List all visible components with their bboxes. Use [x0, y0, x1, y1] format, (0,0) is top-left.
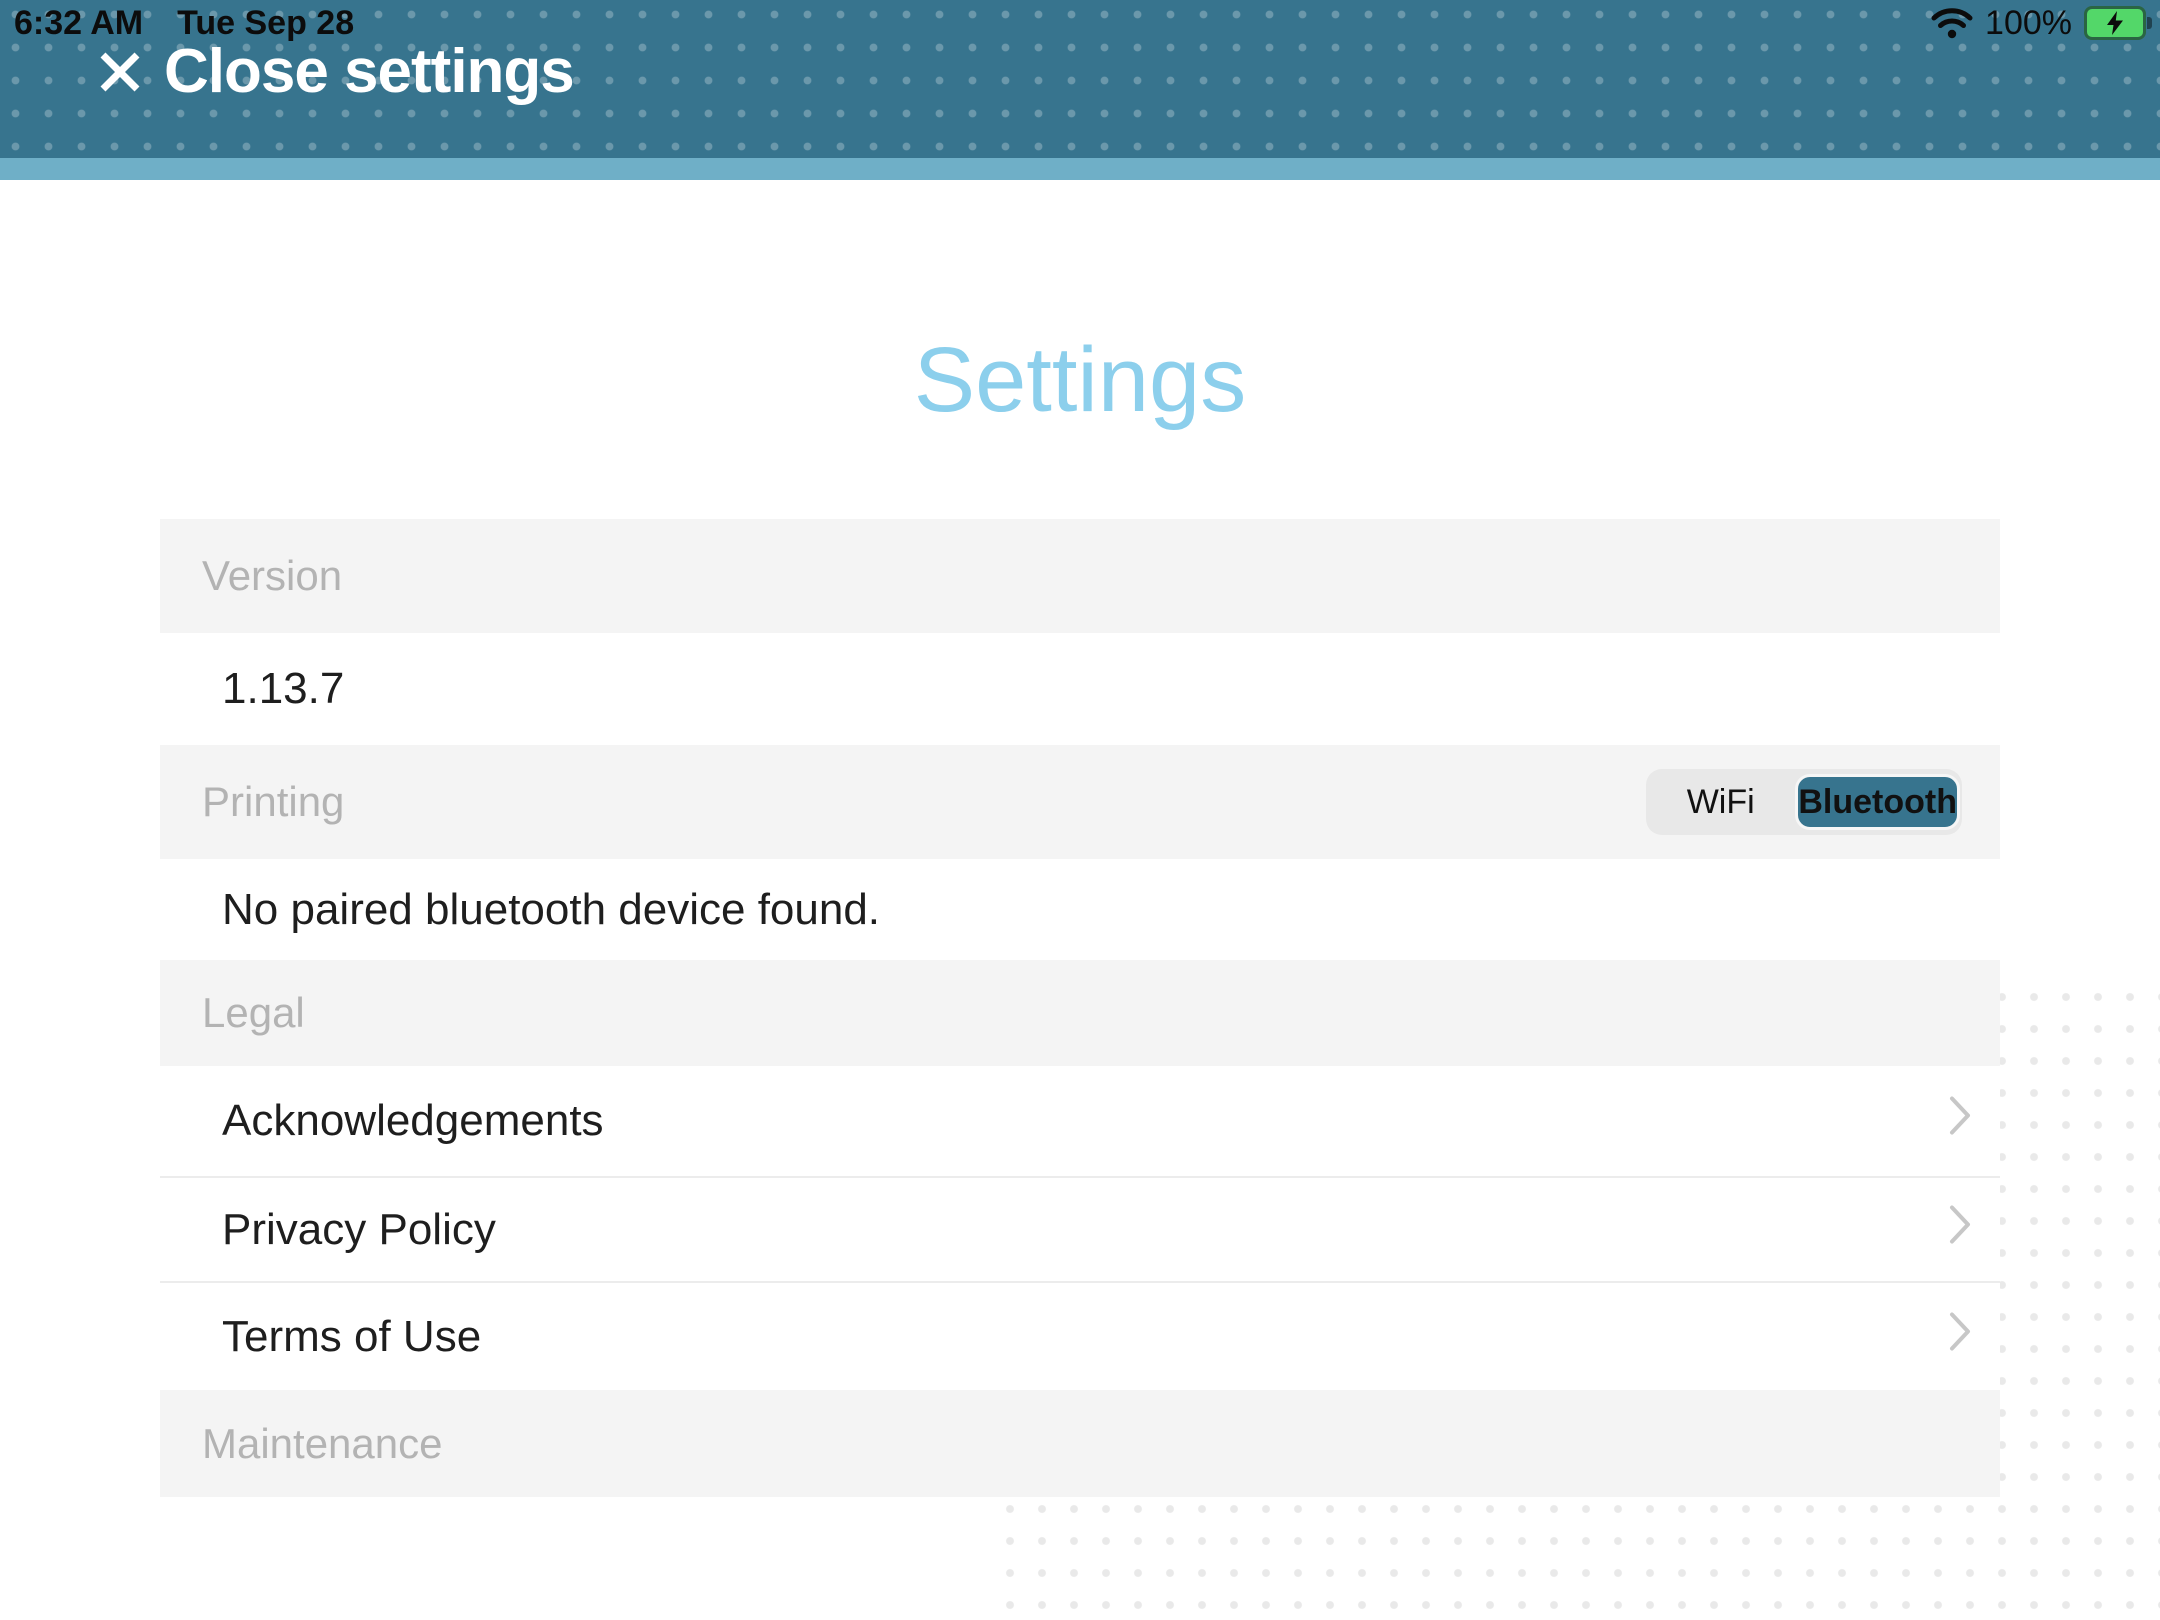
printing-mode-toggle: WiFi Bluetooth [1646, 769, 1962, 835]
list-item-privacy-policy[interactable]: Privacy Policy [160, 1178, 2000, 1283]
battery-nub [2147, 17, 2152, 29]
section-header-legal: Legal [160, 960, 2000, 1066]
battery-percent: 100% [1985, 3, 2072, 42]
page-title: Settings [913, 329, 1247, 431]
section-label: Printing [202, 778, 345, 825]
version-value: 1.13.7 [222, 664, 345, 713]
wifi-icon [1931, 7, 1973, 39]
bluetooth-status-row: No paired bluetooth device found. [160, 859, 2000, 960]
list-item-terms-of-use[interactable]: Terms of Use [160, 1283, 2000, 1390]
toggle-option-wifi[interactable]: WiFi [1646, 783, 1795, 822]
section-header-maintenance: Maintenance [160, 1390, 2000, 1497]
app-header: 6:32 AM Tue Sep 28 100% Close settings [0, 0, 2160, 158]
header-accent-strip [0, 158, 2160, 180]
status-right: 100% [1931, 3, 2152, 43]
toggle-option-bluetooth[interactable]: Bluetooth [1795, 774, 1960, 830]
list-item-acknowledgements[interactable]: Acknowledgements [160, 1066, 2000, 1178]
list-item-label: Privacy Policy [222, 1204, 496, 1254]
version-value-row: 1.13.7 [160, 633, 2000, 745]
section-label: Legal [202, 989, 305, 1036]
bluetooth-status-text: No paired bluetooth device found. [222, 884, 881, 934]
section-label: Maintenance [202, 1419, 443, 1467]
list-item-label: Acknowledgements [222, 1096, 604, 1145]
chevron-right-icon [1948, 1310, 1972, 1363]
close-settings-button[interactable]: Close settings [96, 36, 575, 107]
chevron-right-icon [1948, 1203, 1972, 1256]
x-icon [96, 48, 144, 96]
section-label: Version [202, 552, 343, 599]
battery-charging-icon [2084, 6, 2152, 40]
list-item-label: Terms of Use [222, 1311, 482, 1361]
section-header-version: Version [160, 519, 2000, 633]
settings-panel: Version 1.13.7 Printing WiFi Bluetooth N… [160, 519, 2000, 1497]
chevron-right-icon [1948, 1095, 1972, 1148]
close-settings-label: Close settings [164, 37, 575, 106]
section-header-printing: Printing WiFi Bluetooth [160, 745, 2000, 859]
